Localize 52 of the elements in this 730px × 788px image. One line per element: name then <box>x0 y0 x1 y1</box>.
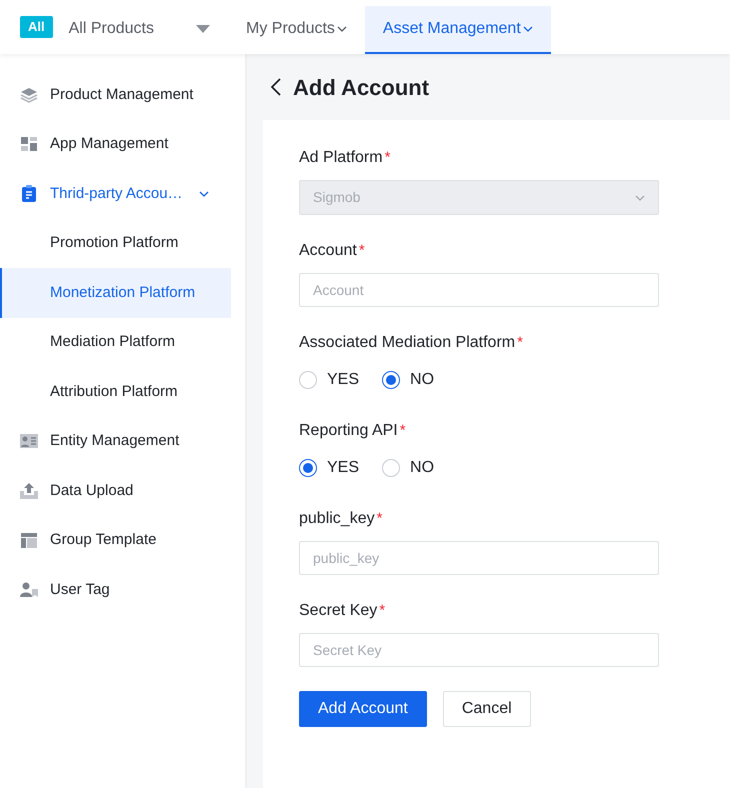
back-icon[interactable] <box>271 78 281 96</box>
radio-button[interactable] <box>382 371 400 389</box>
required-mark: * <box>358 240 365 261</box>
radio-option[interactable]: YES <box>299 368 360 392</box>
required-mark: * <box>517 332 523 353</box>
radio-button[interactable] <box>299 459 317 477</box>
sidebar-item[interactable]: Product Management <box>0 70 245 120</box>
sidebar-item[interactable]: App Management <box>0 120 245 169</box>
chevron-down-icon <box>635 194 645 200</box>
field-label: Account <box>299 241 357 261</box>
sidebar-item[interactable]: Monetization Platform <box>0 268 231 318</box>
nav-tab[interactable]: All Products <box>68 6 228 54</box>
radio-option[interactable]: YES <box>299 456 360 480</box>
sidebar-item[interactable]: Group Template <box>0 516 245 565</box>
add-account-button[interactable]: Add Account <box>299 691 427 727</box>
upload-icon <box>20 482 38 499</box>
radio-option[interactable]: NO <box>382 368 434 392</box>
layers-icon <box>20 86 38 103</box>
sidebar-item[interactable]: Thrid-party Accou… <box>0 169 245 218</box>
sidebar-item[interactable]: User Tag <box>0 565 245 614</box>
field-label: Ad Platform <box>299 148 383 168</box>
input-field[interactable]: Secret Key <box>299 633 659 667</box>
select-field: Sigmob <box>299 180 659 215</box>
input-field[interactable]: Account <box>299 273 659 307</box>
required-mark: * <box>400 420 406 441</box>
page-title: Add Account <box>293 74 430 102</box>
required-mark: * <box>379 600 386 621</box>
nav-tab[interactable]: Asset Management <box>364 6 551 54</box>
clipboard-icon <box>20 185 38 202</box>
required-mark: * <box>384 148 390 168</box>
field-label: Associated Mediation Platform <box>299 333 516 353</box>
grid-icon <box>20 136 38 152</box>
field-label: Reporting API <box>299 421 398 441</box>
sidebar-item[interactable]: Entity Management <box>0 416 245 466</box>
cancel-button[interactable]: Cancel <box>442 691 531 727</box>
layout-icon <box>20 532 38 548</box>
user-icon <box>20 582 38 598</box>
chevron-down-icon <box>336 26 347 32</box>
field-label: Secret Key <box>299 601 378 621</box>
all-badge: All <box>20 16 53 38</box>
required-mark: * <box>376 508 382 529</box>
id-card-icon <box>20 434 38 448</box>
sidebar-item[interactable]: Data Upload <box>0 466 245 516</box>
sidebar-item[interactable]: Promotion Platform <box>0 218 245 268</box>
chevron-down-icon <box>522 26 533 32</box>
dropdown-triangle-icon[interactable] <box>196 25 210 33</box>
radio-option[interactable]: NO <box>382 456 434 480</box>
sidebar-item[interactable]: Mediation Platform <box>0 318 245 367</box>
field-label: public_key <box>299 509 375 529</box>
nav-tab[interactable]: My Products <box>228 6 365 54</box>
input-field[interactable]: public_key <box>299 541 659 575</box>
sidebar-item[interactable]: Attribution Platform <box>0 367 245 416</box>
